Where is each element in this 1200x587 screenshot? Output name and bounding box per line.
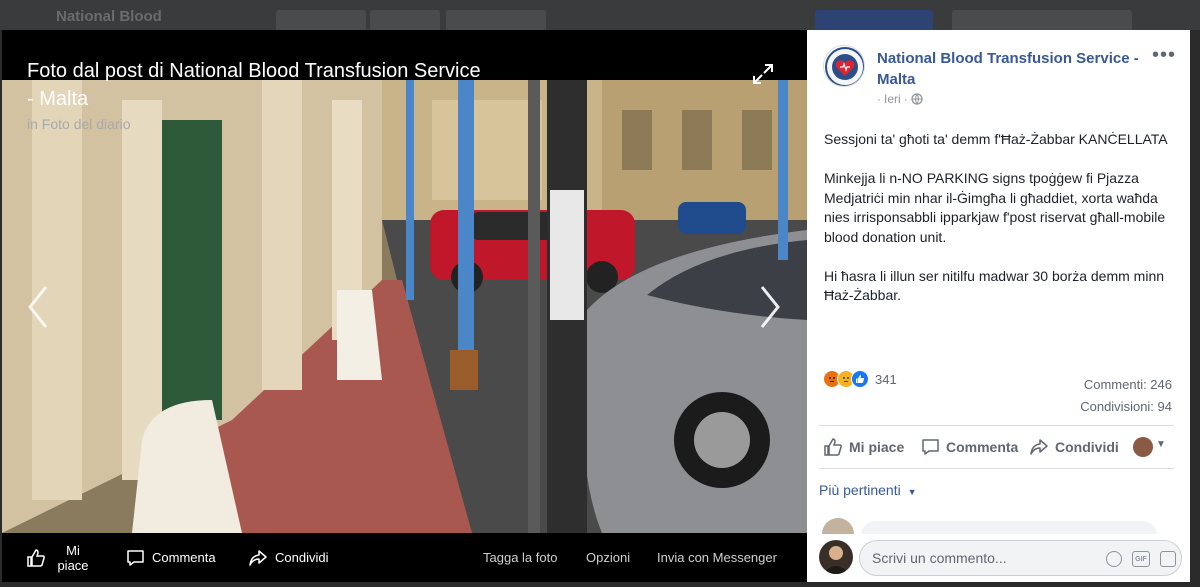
comment-icon [127, 549, 144, 566]
caret-down-icon: ▼ [907, 487, 917, 497]
chevron-right-icon[interactable] [758, 285, 782, 329]
reactions-summary[interactable]: 341 [823, 370, 897, 388]
photo-like-label: Mi piace [57, 542, 89, 573]
photo-album-link[interactable]: in Foto del diario [27, 116, 131, 132]
post-meta: · Ieri · [877, 92, 923, 106]
share-icon [249, 549, 267, 566]
background-page-title: National Blood [56, 8, 162, 25]
post-body: Sessjoni ta' għoti ta' demm f'Ħaż-Żabbar… [824, 130, 1179, 325]
sticker-icon[interactable] [1160, 551, 1176, 567]
current-user-avatar[interactable] [819, 540, 853, 574]
like-label: Mi piace [849, 439, 905, 455]
page-name-link[interactable]: National Blood Transfusion Service - Mal… [877, 48, 1147, 90]
photo-viewer: Foto dal post di National Blood Transfus… [2, 30, 807, 582]
post-time[interactable]: Ieri [884, 92, 901, 106]
emoji-icon[interactable] [1106, 551, 1122, 567]
background-call-button [815, 10, 933, 32]
post-paragraph: Minkejja li n-NO PARKING signs tpoġġew f… [824, 170, 1166, 245]
background-follow-button [370, 10, 440, 32]
background-like-button [276, 10, 366, 32]
post-panel: National Blood Transfusion Service - Mal… [807, 30, 1190, 582]
photo-actions-bar: Mi piace Commenta Condividi Tagga la fot… [2, 533, 807, 582]
like-button[interactable]: Mi piace [823, 436, 904, 458]
gif-icon[interactable]: GIF [1132, 551, 1150, 567]
composer-tools: GIF [1106, 551, 1176, 567]
more-icon[interactable]: ••• [1152, 44, 1176, 67]
chevron-left-icon[interactable] [26, 285, 50, 329]
divider [819, 425, 1174, 426]
options-link[interactable]: Opzioni [586, 550, 630, 565]
thumbs-up-icon [27, 548, 45, 567]
background-page-header: National Blood [0, 0, 1200, 32]
reactions-count: 341 [875, 371, 897, 387]
like-reaction-icon [851, 370, 869, 388]
expand-icon[interactable] [752, 63, 774, 85]
comment-composer: Scrivi un commento... GIF [807, 534, 1190, 582]
tag-photo-link[interactable]: Tagga la foto [483, 550, 557, 565]
thumbs-up-icon [824, 438, 842, 456]
background-page-edge [1190, 30, 1200, 582]
comment-filter-dropdown[interactable]: Più pertinenti ▼ [819, 482, 917, 498]
page-avatar[interactable] [823, 45, 865, 87]
photo-share-label: Condividi [275, 550, 329, 565]
viewer-avatar[interactable] [1133, 437, 1153, 457]
share-label: Condividi [1055, 439, 1119, 455]
shares-count-link[interactable]: Condivisioni: 94 [1080, 396, 1172, 418]
photo-like-button[interactable]: Mi piace [26, 533, 93, 582]
comment-label: Commenta [946, 439, 1019, 455]
comment-placeholder: Scrivi un commento... [872, 550, 1007, 566]
street-photo [2, 80, 807, 533]
chevron-down-icon[interactable]: ▼ [1156, 439, 1166, 450]
comment-icon [922, 439, 939, 455]
share-button[interactable]: Condividi [1029, 436, 1119, 458]
comment-button[interactable]: Commenta [921, 436, 1018, 458]
post-paragraph: Sessjoni ta' għoti ta' demm f'Ħaż-Żabbar… [824, 131, 1168, 147]
comments-count-link[interactable]: Commenti: 246 [1080, 374, 1172, 396]
photo-comment-button[interactable]: Commenta [126, 533, 216, 582]
photo-share-button[interactable]: Condividi [248, 533, 328, 582]
post-paragraph: Hi ħasra li illun ser nitilfu madwar 30 … [824, 267, 1165, 304]
send-messenger-link[interactable]: Invia con Messenger [657, 550, 777, 565]
photo-comment-label: Commenta [152, 550, 216, 565]
post-stats: Commenti: 246 Condivisioni: 94 [1080, 374, 1172, 418]
photo-title: Foto dal post di National Blood Transfus… [27, 60, 481, 110]
comment-filter-label: Più pertinenti [819, 482, 901, 498]
share-icon [1030, 439, 1048, 455]
globe-icon [911, 93, 923, 105]
background-message-button [952, 10, 1132, 32]
divider [819, 468, 1174, 469]
background-share-button [446, 10, 546, 32]
